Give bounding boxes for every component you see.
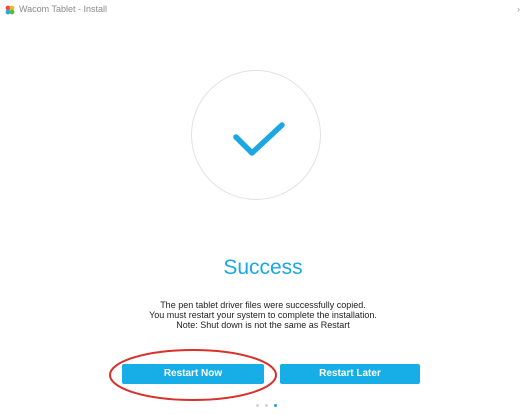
window-title: Wacom Tablet - Install	[19, 4, 108, 14]
close-icon[interactable]: ›	[517, 4, 520, 14]
status-message: The pen tablet driver files were success…	[0, 300, 526, 330]
message-line-3: Note: Shut down is not the same as Resta…	[176, 320, 350, 330]
page-dot[interactable]	[256, 404, 259, 407]
restart-later-button[interactable]: Restart Later	[280, 364, 420, 384]
checkmark-icon	[233, 122, 285, 156]
wacom-app-icon	[5, 5, 15, 15]
restart-now-button[interactable]: Restart Now	[122, 364, 264, 384]
message-line-1: The pen tablet driver files were success…	[160, 300, 366, 310]
success-title: Success	[223, 256, 303, 279]
title-bar: Wacom Tablet - Install ›	[0, 0, 526, 20]
success-circle	[191, 70, 321, 200]
page-indicator	[256, 404, 277, 407]
page-dot-active[interactable]	[274, 404, 277, 407]
page-dot[interactable]	[265, 404, 268, 407]
message-line-2: You must restart your system to complete…	[149, 310, 377, 320]
